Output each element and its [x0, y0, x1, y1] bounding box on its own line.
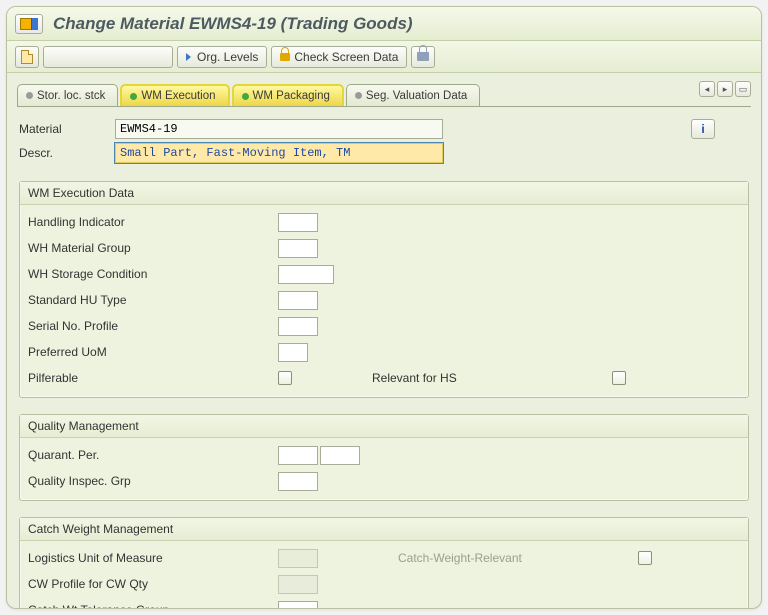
check-screen-button[interactable]: Check Screen Data: [271, 46, 407, 68]
status-dot-icon: [26, 92, 33, 99]
descr-row: Descr.: [19, 141, 749, 165]
titlebar: Change Material EWMS4-19 (Trading Goods): [7, 7, 761, 41]
relevant-hs-checkbox[interactable]: [612, 371, 626, 385]
org-levels-button[interactable]: Org. Levels: [177, 46, 267, 68]
status-dot-icon: [242, 93, 249, 100]
group-title: WM Execution Data: [20, 182, 748, 205]
cw-tol-input[interactable]: [278, 601, 318, 610]
quarant-value-input[interactable]: [278, 446, 318, 465]
tab-label: WM Execution: [141, 90, 215, 102]
wh-mat-group-input[interactable]: [278, 239, 318, 258]
wh-storage-input[interactable]: [278, 265, 334, 284]
tab-list-button[interactable]: ▭: [735, 81, 751, 97]
tab-wm-execution[interactable]: WM Execution: [120, 84, 229, 106]
tab-wm-packaging[interactable]: WM Packaging: [232, 84, 344, 106]
luom-input: [278, 549, 318, 568]
document-icon: [21, 50, 33, 64]
descr-label: Descr.: [19, 146, 115, 160]
padlock-icon: [417, 52, 429, 61]
tab-label: WM Packaging: [253, 90, 330, 102]
lock-button[interactable]: [411, 46, 435, 68]
group-quality: Quality Management Quarant. Per. Quality…: [19, 414, 749, 501]
tab-stor-loc-stck[interactable]: Stor. loc. stck: [17, 84, 118, 106]
tab-next-button[interactable]: ▸: [717, 81, 733, 97]
info-icon: i: [701, 122, 704, 136]
std-hu-label: Standard HU Type: [28, 293, 278, 307]
std-hu-input[interactable]: [278, 291, 318, 310]
tab-label: Stor. loc. stck: [37, 90, 105, 102]
relevant-hs-label: Relevant for HS: [372, 371, 612, 385]
group-wm-execution: WM Execution Data Handling Indicator WH …: [19, 181, 749, 398]
material-row: Material i: [19, 117, 749, 141]
arrow-icon: [186, 53, 191, 61]
wh-mat-group-label: WH Material Group: [28, 241, 278, 255]
content: Material i Descr. WM Execution Data Hand…: [7, 107, 761, 609]
pilferable-label: Pilferable: [28, 371, 278, 385]
quarant-label: Quarant. Per.: [28, 448, 278, 462]
cw-relevant-label: Catch-Weight-Relevant: [398, 551, 638, 565]
group-title: Catch Weight Management: [20, 518, 748, 541]
cw-profile-input: [278, 575, 318, 594]
tab-seg-valuation[interactable]: Seg. Valuation Data: [346, 84, 480, 106]
qi-grp-input[interactable]: [278, 472, 318, 491]
tab-label: Seg. Valuation Data: [366, 90, 467, 102]
lock-icon: [280, 53, 290, 61]
status-dot-icon: [355, 92, 362, 99]
info-button[interactable]: i: [691, 119, 715, 139]
cw-profile-label: CW Profile for CW Qty: [28, 577, 278, 591]
check-screen-label: Check Screen Data: [294, 50, 398, 64]
tabstrip: Stor. loc. stck WM Execution WM Packagin…: [17, 83, 751, 107]
tab-nav: ◂ ▸ ▭: [699, 81, 751, 97]
qi-grp-label: Quality Inspec. Grp: [28, 474, 278, 488]
quarant-unit-input[interactable]: [320, 446, 360, 465]
luom-label: Logistics Unit of Measure: [28, 551, 278, 565]
page-title: Change Material EWMS4-19 (Trading Goods): [53, 14, 413, 34]
material-input[interactable]: [115, 119, 443, 139]
new-doc-button[interactable]: [15, 46, 39, 68]
wh-storage-label: WH Storage Condition: [28, 267, 278, 281]
cw-tol-label: Catch Wt Tolerance Group: [28, 603, 278, 609]
cw-relevant-checkbox[interactable]: [638, 551, 652, 565]
app-icon: [15, 14, 43, 34]
handling-label: Handling Indicator: [28, 215, 278, 229]
group-catch-weight: Catch Weight Management Logistics Unit o…: [19, 517, 749, 609]
material-label: Material: [19, 122, 115, 136]
descr-input[interactable]: [115, 143, 443, 163]
serial-input[interactable]: [278, 317, 318, 336]
serial-label: Serial No. Profile: [28, 319, 278, 333]
pref-uom-input[interactable]: [278, 343, 308, 362]
pref-uom-label: Preferred UoM: [28, 345, 278, 359]
app-window: Change Material EWMS4-19 (Trading Goods)…: [6, 6, 762, 609]
toolbar-blank-button[interactable]: [43, 46, 173, 68]
toolbar: Org. Levels Check Screen Data: [7, 41, 761, 73]
handling-input[interactable]: [278, 213, 318, 232]
group-title: Quality Management: [20, 415, 748, 438]
org-levels-label: Org. Levels: [197, 50, 258, 64]
tab-prev-button[interactable]: ◂: [699, 81, 715, 97]
status-dot-icon: [130, 93, 137, 100]
pilferable-checkbox[interactable]: [278, 371, 292, 385]
